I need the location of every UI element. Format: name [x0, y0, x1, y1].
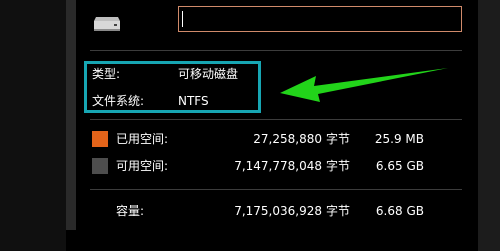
left-edge-border	[66, 0, 76, 230]
drive-name-input[interactable]	[178, 6, 462, 32]
used-space-unit: 字节	[326, 132, 351, 146]
capacity-unit: 字节	[326, 204, 351, 218]
drive-properties-panel: 类型: 可移动磁盘 文件系统: NTFS 已用空间: 27,258,880 字节…	[0, 0, 500, 251]
free-space-size: 6.65 GB	[375, 159, 424, 173]
annotation-arrow-icon	[280, 68, 448, 102]
text-caret	[182, 11, 183, 27]
capacity-label: 容量:	[116, 204, 145, 218]
used-space-label: 已用空间:	[116, 132, 169, 146]
free-space-bytes: 7,147,778,048	[234, 159, 322, 173]
divider	[90, 119, 462, 120]
free-space-label: 可用空间:	[116, 159, 169, 173]
divider	[90, 50, 462, 51]
capacity-bytes: 7,175,036,928	[234, 204, 322, 218]
divider	[90, 189, 462, 190]
capacity-size: 6.68 GB	[375, 204, 424, 218]
annotation-highlight-box	[84, 61, 261, 113]
used-space-bytes: 27,258,880	[253, 132, 322, 146]
used-space-size: 25.9 MB	[374, 132, 424, 146]
right-scroll-area	[478, 0, 500, 251]
left-edge	[0, 0, 66, 251]
free-space-swatch	[92, 158, 108, 174]
drive-icon	[92, 13, 122, 33]
used-space-swatch	[92, 131, 108, 147]
free-space-unit: 字节	[326, 159, 351, 173]
